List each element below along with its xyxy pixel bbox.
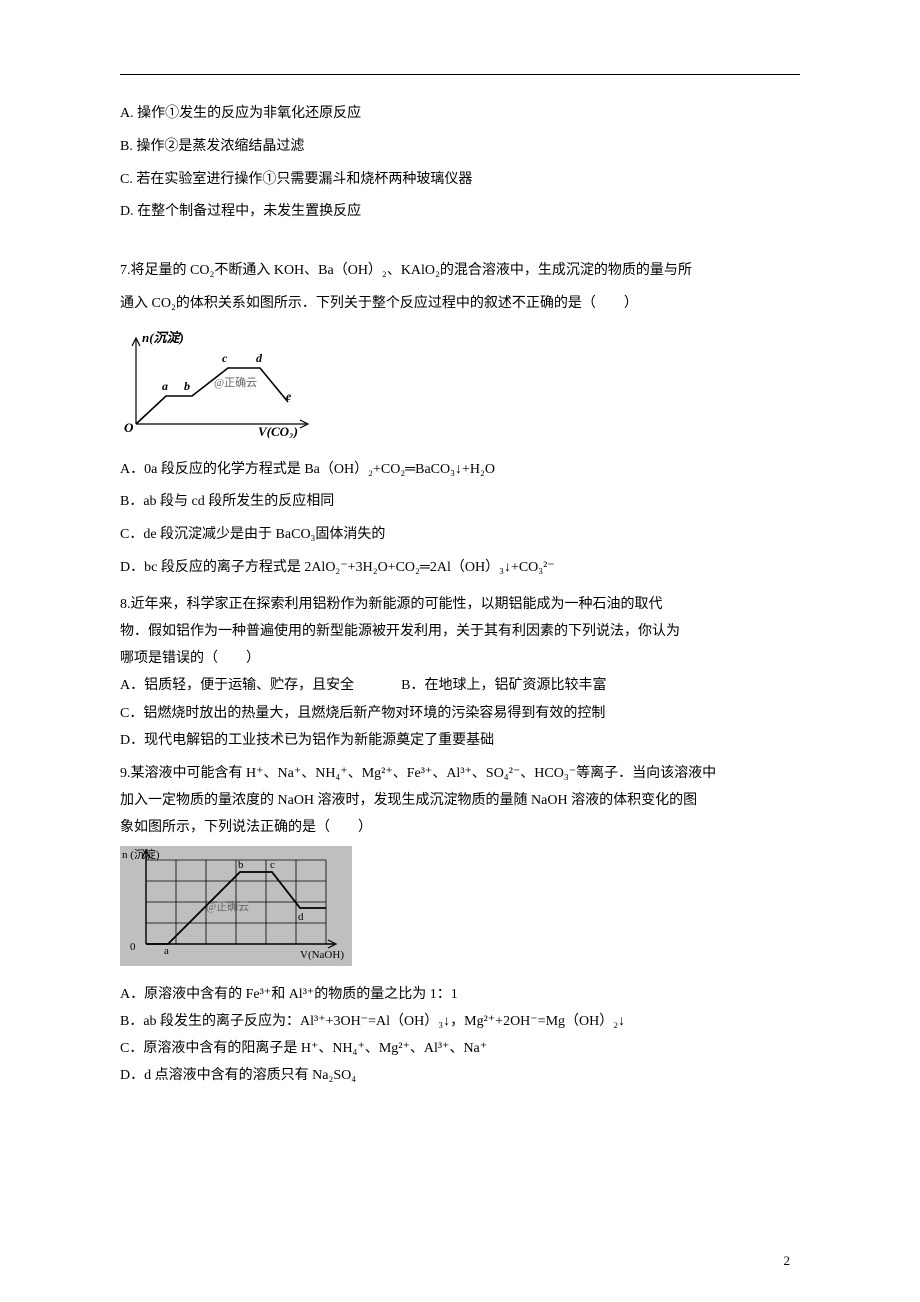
svg-text:a: a (164, 945, 169, 957)
q7-option-c: C．de 段沉淀减少是由于 BaCO₃固体消失的 (120, 520, 800, 551)
q7-fig-xlabel: V(CO₂) (258, 424, 298, 438)
svg-text:c: c (270, 859, 275, 871)
svg-text:O: O (124, 420, 134, 435)
svg-text:e: e (286, 389, 292, 403)
q7-stem-line2: 通入 CO₂的体积关系如图所示．下列关于整个反应过程中的叙述不正确的是（ ） (120, 289, 800, 320)
q7-fig-watermark: @正确云 (214, 376, 257, 389)
q9-option-d: D．d 点溶液中含有的溶质只有 Na₂SO₄ (120, 1063, 800, 1088)
q9-stem-line3: 象如图所示，下列说法正确的是（ ） (120, 815, 800, 840)
q8-stem-line1: 8.近年来，科学家正在探索利用铝粉作为新能源的可能性，以期铝能成为一种石油的取代 (120, 592, 800, 617)
q6-option-c: C. 若在实验室进行操作①只需要漏斗和烧杯两种玻璃仪器 (120, 165, 800, 196)
q9-stem-line1: 9.某溶液中可能含有 H⁺、Na⁺、NH₄⁺、Mg²⁺、Fe³⁺、Al³⁺、SO… (120, 761, 800, 786)
q7-option-b: B．ab 段与 cd 段所发生的反应相同 (120, 487, 800, 518)
q8-option-c: C．铝燃烧时放出的热量大，且燃烧后新产物对环境的污染容易得到有效的控制 (120, 701, 800, 726)
svg-text:d: d (298, 911, 304, 923)
top-rule (120, 74, 800, 75)
q9-option-b: B．ab 段发生的离子反应为：Al³⁺+3OH⁻=Al（OH）₃↓，Mg²⁺+2… (120, 1009, 800, 1034)
q7-stem-line1: 7.将足量的 CO₂不断通入 KOH、Ba（OH）₂、KAlO₂的混合溶液中，生… (120, 256, 800, 287)
q7-fig-ylabel: n(沉淀) (142, 330, 184, 345)
q8-stem-line3: 哪项是错误的（ ） (120, 646, 800, 671)
svg-text:c: c (222, 351, 228, 365)
q6-option-a: A. 操作①发生的反应为非氧化还原反应 (120, 99, 800, 130)
q9-option-a: A．原溶液中含有的 Fe³⁺和 Al³⁺的物质的量之比为 1：1 (120, 982, 800, 1007)
svg-text:a: a (162, 379, 168, 393)
q8-stem-line2: 物．假如铝作为一种普遍使用的新型能源被开发利用，关于其有利因素的下列说法，你认为 (120, 619, 800, 644)
q7-option-a: A．0a 段反应的化学方程式是 Ba（OH）₂+CO₂═BaCO₃↓+H₂O (120, 455, 800, 486)
q9-fig-ylabel: n (沉淀) (122, 847, 160, 861)
q8-option-b: B．在地球上，铝矿资源比较丰富 (401, 678, 606, 693)
svg-text:d: d (256, 351, 263, 365)
q9-fig-watermark: @正确云 (206, 900, 249, 913)
q6-option-b: B. 操作②是蒸发浓缩结晶过滤 (120, 132, 800, 163)
q9-figure: 0 a b c d n (沉淀) V(NaOH) @正确云 (120, 846, 352, 966)
q9-stem-line2: 加入一定物质的量浓度的 NaOH 溶液时，发现生成沉淀物质的量随 NaOH 溶液… (120, 788, 800, 813)
q9-option-c: C．原溶液中含有的阳离子是 H⁺、NH₄⁺、Mg²⁺、Al³⁺、Na⁺ (120, 1036, 800, 1061)
q8-option-a: A．铝质轻，便于运输、贮存，且安全 (120, 678, 354, 693)
page-number: 2 (784, 1247, 791, 1276)
q7-figure: a b c d e n(沉淀) @正确云 O V(CO₂) (120, 328, 330, 451)
q6-option-d: D. 在整个制备过程中，未发生置换反应 (120, 197, 800, 228)
svg-text:b: b (184, 379, 190, 393)
svg-text:b: b (238, 859, 244, 871)
q8-option-d: D．现代电解铝的工业技术已为铝作为新能源奠定了重要基础 (120, 728, 800, 753)
q7-option-d: D．bc 段反应的离子方程式是 2AlO₂⁻+3H₂O+CO₂═2Al（OH）₃… (120, 553, 800, 584)
q8-options-ab: A．铝质轻，便于运输、贮存，且安全 B．在地球上，铝矿资源比较丰富 (120, 673, 800, 698)
q9-fig-xlabel: V(NaOH) (300, 949, 344, 961)
svg-text:0: 0 (130, 941, 136, 953)
